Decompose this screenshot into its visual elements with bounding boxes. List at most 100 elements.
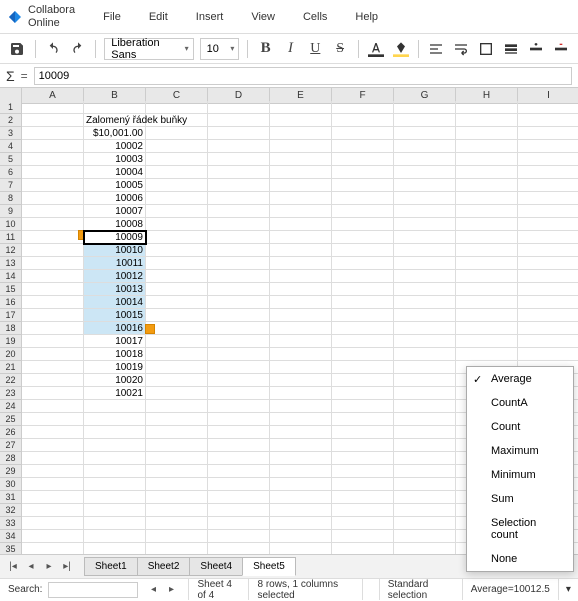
cell[interactable] (208, 439, 270, 452)
cell[interactable] (518, 179, 578, 192)
cell[interactable] (208, 166, 270, 179)
cell[interactable] (146, 543, 208, 554)
cell[interactable] (84, 530, 146, 543)
wrap-icon[interactable] (452, 38, 471, 60)
cell[interactable] (22, 231, 84, 244)
save-icon[interactable] (8, 38, 27, 60)
cell[interactable] (208, 244, 270, 257)
cell[interactable] (22, 218, 84, 231)
cell[interactable] (270, 257, 332, 270)
cell[interactable] (22, 153, 84, 166)
cell[interactable] (332, 322, 394, 335)
cell[interactable] (270, 218, 332, 231)
row-header[interactable]: 27 (0, 439, 22, 452)
cell[interactable] (146, 478, 208, 491)
row-header[interactable]: 13 (0, 257, 22, 270)
cell[interactable] (394, 413, 456, 426)
menu-file[interactable]: File (103, 11, 121, 23)
row-header[interactable]: 30 (0, 478, 22, 491)
menu-view[interactable]: View (251, 11, 275, 23)
cell[interactable] (22, 361, 84, 374)
cell[interactable] (456, 270, 518, 283)
cell[interactable] (84, 491, 146, 504)
cell[interactable] (394, 517, 456, 530)
cell[interactable] (518, 140, 578, 153)
cell[interactable] (332, 192, 394, 205)
cell[interactable] (146, 114, 208, 127)
cell[interactable] (208, 101, 270, 114)
cell[interactable] (270, 322, 332, 335)
cell[interactable] (270, 166, 332, 179)
row-header[interactable]: 7 (0, 179, 22, 192)
row-header[interactable]: 17 (0, 309, 22, 322)
cell[interactable] (22, 127, 84, 140)
cell[interactable] (270, 387, 332, 400)
cell[interactable] (394, 335, 456, 348)
underline-icon[interactable]: U (306, 38, 325, 60)
popup-item[interactable]: Average (467, 367, 573, 391)
cell[interactable] (84, 101, 146, 114)
cell[interactable] (22, 387, 84, 400)
cell[interactable] (22, 179, 84, 192)
cell[interactable] (394, 452, 456, 465)
cell[interactable] (518, 309, 578, 322)
cell[interactable] (146, 517, 208, 530)
cell[interactable] (332, 153, 394, 166)
cell[interactable] (332, 205, 394, 218)
cell[interactable] (22, 439, 84, 452)
cell[interactable] (270, 140, 332, 153)
cell[interactable] (208, 270, 270, 283)
cell[interactable] (22, 192, 84, 205)
delete-row-icon[interactable] (551, 38, 570, 60)
cell[interactable] (332, 348, 394, 361)
cell[interactable] (394, 348, 456, 361)
sigma-icon[interactable]: Σ (6, 68, 15, 84)
cell[interactable] (332, 114, 394, 127)
cell[interactable] (270, 153, 332, 166)
cell[interactable] (22, 140, 84, 153)
cell[interactable] (332, 270, 394, 283)
cell[interactable] (456, 166, 518, 179)
cell[interactable] (22, 374, 84, 387)
cell[interactable] (332, 296, 394, 309)
sheet-tab[interactable]: Sheet4 (189, 557, 243, 576)
cell[interactable] (146, 153, 208, 166)
cell[interactable] (84, 543, 146, 554)
row-header[interactable]: 20 (0, 348, 22, 361)
cell[interactable] (394, 374, 456, 387)
cell[interactable] (270, 101, 332, 114)
row-header[interactable]: 2 (0, 114, 22, 127)
cell[interactable] (332, 244, 394, 257)
first-sheet-icon[interactable]: |◂ (4, 558, 22, 576)
cell[interactable] (146, 218, 208, 231)
cell[interactable] (394, 309, 456, 322)
cell[interactable] (146, 309, 208, 322)
cell[interactable] (456, 114, 518, 127)
row-header[interactable]: 24 (0, 400, 22, 413)
cell[interactable] (456, 348, 518, 361)
cell[interactable] (394, 465, 456, 478)
menu-help[interactable]: Help (355, 11, 378, 23)
cell[interactable] (394, 231, 456, 244)
cell[interactable] (394, 270, 456, 283)
cell[interactable] (22, 465, 84, 478)
cell[interactable] (456, 296, 518, 309)
cell[interactable] (394, 101, 456, 114)
row-header[interactable]: 34 (0, 530, 22, 543)
cell[interactable] (146, 400, 208, 413)
cell[interactable] (518, 205, 578, 218)
cell[interactable] (270, 504, 332, 517)
row-header[interactable]: 14 (0, 270, 22, 283)
cell[interactable] (208, 465, 270, 478)
cell[interactable] (270, 426, 332, 439)
cell[interactable] (456, 218, 518, 231)
row-header[interactable]: 23 (0, 387, 22, 400)
cell[interactable] (332, 257, 394, 270)
cell[interactable] (208, 296, 270, 309)
cell[interactable] (394, 179, 456, 192)
cell[interactable] (332, 283, 394, 296)
cell[interactable] (208, 257, 270, 270)
cell[interactable] (332, 374, 394, 387)
cell[interactable]: 10014 (84, 296, 146, 309)
cell[interactable] (394, 478, 456, 491)
